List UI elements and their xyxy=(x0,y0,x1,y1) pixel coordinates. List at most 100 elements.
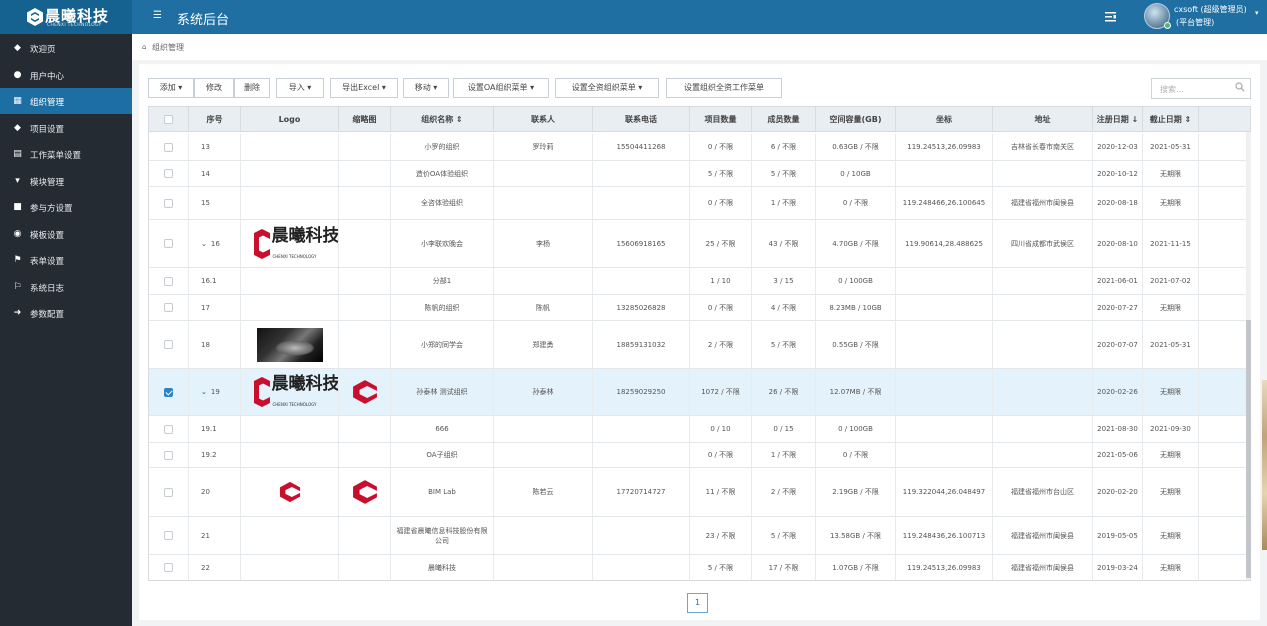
set-full-work-menu-button[interactable]: 设置组织全资工作菜单 xyxy=(666,78,782,98)
notification-list-icon[interactable] xyxy=(1105,12,1116,22)
cell-coord xyxy=(896,321,993,368)
table-row[interactable]: ⌄ 16 晨曦科技 CHENXI TECHNOLOGY 小李联欢晚会 李杨 15606918… xyxy=(149,220,1246,268)
row-checkbox-cell[interactable] xyxy=(149,220,189,267)
row-checkbox-cell[interactable] xyxy=(149,268,189,294)
cell-coord-text: 119.248436,26.100713 xyxy=(902,531,986,540)
set-oa-menu-button[interactable]: 设置OA组织菜单 ▾ xyxy=(453,78,549,98)
table-row[interactable]: 15 全咨体验组织 0 / 不限 1 / 不限 0 / 不限 119.248466,26.… xyxy=(149,187,1246,220)
cell-reg: 2020-10-12 xyxy=(1093,161,1143,186)
cell-address: 福建省福州市台山区 xyxy=(993,468,1093,516)
column-header[interactable]: 注册日期 ↓ xyxy=(1093,107,1143,132)
home-icon[interactable]: ⌂ xyxy=(142,43,146,51)
column-header[interactable]: 联系人 xyxy=(494,107,593,132)
column-header[interactable]: 地址 xyxy=(993,107,1093,132)
sidebar-item[interactable]: ▦ 组织管理 xyxy=(0,88,132,114)
edit-button[interactable]: 修改 xyxy=(194,78,234,98)
cell-coord xyxy=(896,268,993,294)
cell-no[interactable]: ⌄ 19 xyxy=(189,369,241,415)
row-checkbox[interactable] xyxy=(164,169,173,178)
row-checkbox-cell[interactable] xyxy=(149,187,189,219)
row-checkbox-cell[interactable] xyxy=(149,134,189,160)
row-checkbox-cell[interactable] xyxy=(149,443,189,467)
table-row[interactable]: 21 福建省晨曦信息科技股份有限公司 23 / 不限 5 / 不限 13.58GB / … xyxy=(149,517,1246,555)
row-checkbox-cell[interactable] xyxy=(149,161,189,186)
user-name[interactable]: cxsoft (超级管理员) xyxy=(1174,4,1247,15)
row-checkbox[interactable] xyxy=(164,239,173,248)
row-checkbox[interactable] xyxy=(164,424,173,434)
cell-reg-text: 2020-10-12 xyxy=(1097,169,1138,178)
column-header[interactable]: 坐标 xyxy=(896,107,993,132)
row-checkbox[interactable] xyxy=(164,198,173,208)
table-row[interactable]: 17 陈帆的组织 陈帆 13285026828 0 / 不限 4 / 不限 8.23MB /… xyxy=(149,295,1246,321)
menu-toggle-icon[interactable]: ☰ xyxy=(153,11,163,21)
add-dropdown-button[interactable]: 添加 ▾ xyxy=(148,78,194,98)
table-row[interactable]: 18 小郑的同学会 郑建勇 18859131032 2 / 不限 5 / 不限 0.55GB… xyxy=(149,321,1246,369)
set-full-menu-button[interactable]: 设置全资组织菜单 ▾ xyxy=(555,78,659,98)
sidebar-item[interactable]: ▾ 模块管理 xyxy=(0,168,132,194)
row-checkbox-cell[interactable] xyxy=(149,295,189,320)
row-checkbox[interactable] xyxy=(164,142,173,152)
column-header[interactable]: 项目数量 xyxy=(690,107,752,132)
delete-button[interactable]: 删除 xyxy=(234,78,270,98)
sidebar-item[interactable]: ▤ 工作菜单设置 xyxy=(0,141,132,167)
sidebar-item[interactable]: ⚐ 系统日志 xyxy=(0,274,132,300)
table-row[interactable]: 14 造价OA体验组织 5 / 不限 5 / 不限 0 / 10GB 2020-10-12… xyxy=(149,161,1246,187)
row-checkbox-cell[interactable] xyxy=(149,369,189,415)
sidebar-item[interactable]: ■ 参与方设置 xyxy=(0,194,132,220)
search-icon[interactable] xyxy=(1235,82,1245,92)
table-row[interactable]: 19.2 OA子组织 0 / 不限 1 / 不限 0 / 不限 2021-05-06 无期限 xyxy=(149,443,1246,468)
cell-no-text: 20 xyxy=(201,488,210,496)
column-header[interactable]: 成员数量 xyxy=(752,107,816,132)
table-row[interactable]: 20 BIM Lab 陈若云 17720714727 11 / 不限 2 / 不限 2.19… xyxy=(149,468,1246,517)
row-checkbox-cell[interactable] xyxy=(149,416,189,442)
cell-no[interactable]: ⌄ 16 xyxy=(189,220,241,267)
sidebar-item[interactable]: ● 用户中心 xyxy=(0,62,132,88)
row-checkbox[interactable] xyxy=(164,563,173,572)
scrollbar-thumb[interactable] xyxy=(1246,320,1251,578)
sidebar-item[interactable]: ◉ 模板设置 xyxy=(0,221,132,247)
row-checkbox[interactable] xyxy=(164,387,173,397)
cell-phone xyxy=(593,268,690,294)
column-header[interactable]: 截止日期 ⇕ xyxy=(1143,107,1199,132)
table-row[interactable]: 13 小罗的组织 罗玲莉 15504411268 0 / 不限 6 / 不限 0.63GB … xyxy=(149,134,1246,161)
sidebar-item[interactable]: ➜ 参数配置 xyxy=(0,300,132,326)
table-row[interactable]: ⌄ 19 晨曦科技 CHENXI TECHNOLOGY 孙泰林 测试组织 孙泰林 18259… xyxy=(149,369,1246,416)
sidebar-item[interactable]: ◆ 项目设置 xyxy=(0,115,132,141)
cell-logo: 晨曦科技 CHENXI TECHNOLOGY xyxy=(241,369,339,415)
sidebar-item[interactable]: ◆ 欢迎页 xyxy=(0,35,132,61)
column-header[interactable]: 联系电话 xyxy=(593,107,690,132)
import-dropdown-button[interactable]: 导入 ▾ xyxy=(276,78,324,98)
sidebar-item[interactable]: ⚑ 表单设置 xyxy=(0,247,132,273)
column-header[interactable]: 组织名称 ⇕ xyxy=(391,107,494,132)
select-all-checkbox[interactable] xyxy=(149,107,189,132)
app-logo[interactable]: 晨曦科技 CHENXI TECHNOLOGY xyxy=(0,0,132,34)
table-row[interactable]: 16.1 分部1 1 / 10 3 / 15 0 / 100GB 2021-06-01 20… xyxy=(149,268,1246,295)
expand-chevron-icon[interactable]: ⌄ xyxy=(201,239,207,249)
cell-phone xyxy=(593,555,690,580)
table-row[interactable]: 19.1 666 0 / 10 0 / 15 0 / 100GB 2021-08-30 20… xyxy=(149,416,1246,443)
column-header[interactable]: 序号 xyxy=(189,107,241,132)
row-checkbox-cell[interactable] xyxy=(149,321,189,368)
move-dropdown-button[interactable]: 移动 ▾ xyxy=(403,78,449,98)
cell-address-text: 吉林省长春市南关区 xyxy=(1011,143,1074,151)
export-excel-button[interactable]: 导出Excel ▾ xyxy=(330,78,398,98)
page-1-button[interactable]: 1 xyxy=(687,593,708,613)
row-checkbox-cell[interactable] xyxy=(149,517,189,554)
row-checkbox[interactable] xyxy=(164,487,173,497)
checkbox[interactable] xyxy=(164,115,173,124)
row-checkbox[interactable] xyxy=(164,276,173,286)
table-row[interactable]: 22 晨曦科技 5 / 不限 17 / 不限 1.07GB / 不限 119.24513,… xyxy=(149,555,1246,580)
cell-address: 四川省成都市武侯区 xyxy=(993,220,1093,267)
row-checkbox[interactable] xyxy=(164,450,173,460)
expand-chevron-icon[interactable]: ⌄ xyxy=(201,387,207,397)
row-checkbox[interactable] xyxy=(164,531,173,540)
cell-reg: 2021-05-06 xyxy=(1093,443,1143,467)
row-checkbox-cell[interactable] xyxy=(149,555,189,580)
column-header[interactable]: 空间容量(GB) xyxy=(816,107,896,132)
row-checkbox[interactable] xyxy=(164,340,173,349)
cell-phone xyxy=(593,443,690,467)
row-checkbox[interactable] xyxy=(164,303,173,312)
row-checkbox-cell[interactable] xyxy=(149,468,189,516)
user-menu-caret-icon[interactable]: ▾ xyxy=(1255,9,1259,17)
cell-phone xyxy=(593,161,690,186)
